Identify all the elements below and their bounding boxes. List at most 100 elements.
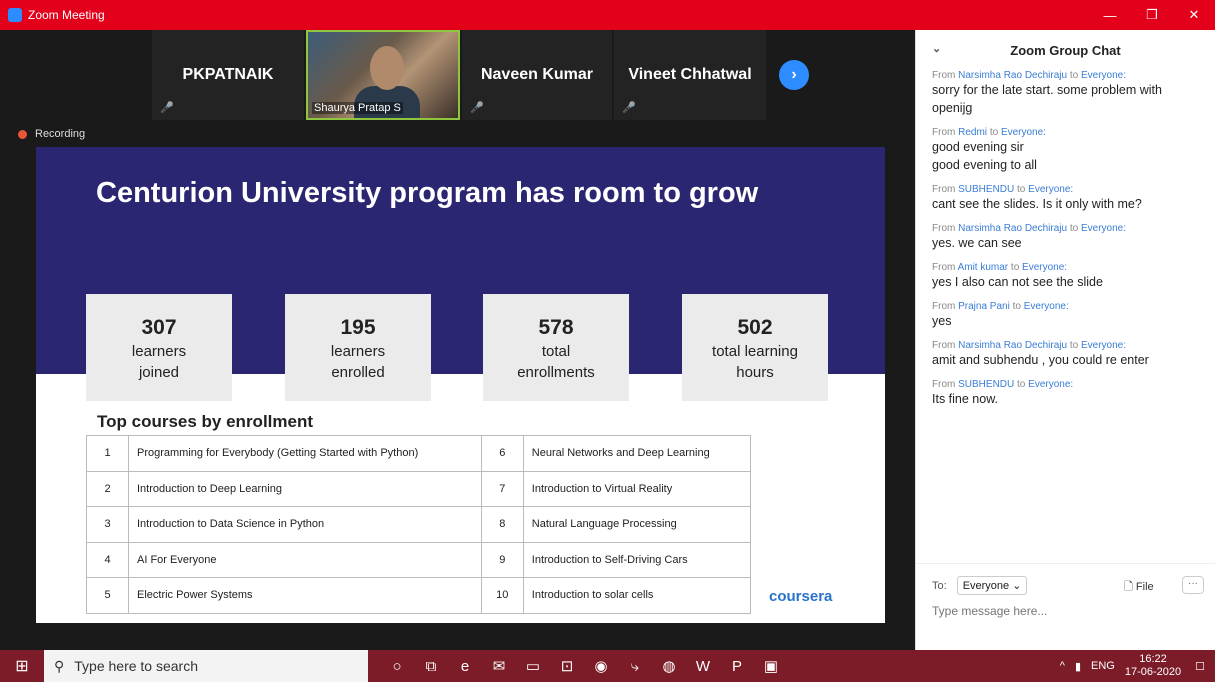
notification-icon[interactable]: ☐: [1195, 660, 1205, 673]
sender-name[interactable]: SUBHENDU: [958, 379, 1014, 390]
message-text: good evening to all: [932, 158, 1037, 172]
taskbar-search[interactable]: ⚲ Type here to search: [44, 650, 368, 682]
mail-icon[interactable]: ✉: [482, 650, 516, 682]
media-icon[interactable]: ◉: [584, 650, 618, 682]
message-input[interactable]: [932, 604, 1192, 618]
table-row: 4 AI For Everyone 9 Introduction to Self…: [86, 541, 752, 578]
participant-tile[interactable]: PKPATNAIK 🎤: [152, 30, 304, 120]
course-name: Natural Language Processing: [522, 506, 752, 543]
clock-time: 16:22: [1139, 653, 1167, 665]
course-rank: 3: [86, 506, 129, 543]
course-rank: 2: [86, 470, 129, 507]
chat-composer: To: Everyone ⌄ 🗋 File ···: [916, 563, 1215, 650]
acrobat-icon[interactable]: ⤷: [618, 650, 652, 682]
window-titlebar: Zoom Meeting — ❐ ✕: [0, 0, 1215, 30]
muted-mic-icon: 🎤: [470, 102, 484, 114]
message-sender-line: From Amit kumar to Everyone:: [932, 262, 1199, 273]
courses-heading: Top courses by enrollment: [97, 412, 314, 431]
message-text: amit and subhendu , you could re enter: [932, 353, 1149, 367]
sender-name[interactable]: SUBHENDU: [958, 184, 1014, 195]
courses-table: 1 Programming for Everybody (Getting Sta…: [86, 435, 752, 614]
store-icon[interactable]: ⊡: [550, 650, 584, 682]
participant-tile[interactable]: Vineet Chhatwal 🎤: [614, 30, 766, 120]
meeting-area: PKPATNAIK 🎤 Shaurya Pratap S Naveen Kuma…: [0, 30, 915, 650]
sender-name[interactable]: Narsimha Rao Dechiraju: [958, 223, 1067, 234]
to-word: to: [1069, 223, 1079, 234]
windows-start-button[interactable]: ⊞: [0, 650, 44, 682]
recipient-name[interactable]: Everyone:: [1028, 379, 1073, 390]
chevron-down-icon[interactable]: ⌄: [932, 42, 941, 55]
to-word: to: [989, 127, 999, 138]
participant-face: [370, 46, 404, 90]
chat-messages: From Narsimha Rao Dechiraju to Everyone:…: [916, 70, 1215, 408]
participant-strip: PKPATNAIK 🎤 Shaurya Pratap S Naveen Kuma…: [0, 30, 915, 120]
next-participants-button[interactable]: ›: [779, 60, 809, 90]
clock-date: 17-06-2020: [1124, 666, 1182, 678]
chevron-up-icon[interactable]: ^: [1060, 660, 1065, 672]
task-view-icon[interactable]: ⧉: [414, 650, 448, 682]
record-dot-icon: [18, 129, 27, 139]
recipient-name[interactable]: Everyone:: [1024, 301, 1069, 312]
recipient-dropdown[interactable]: Everyone ⌄: [956, 576, 1028, 595]
clock[interactable]: 16:22 17-06-2020: [1125, 653, 1181, 679]
course-name: Introduction to Data Science in Python: [128, 506, 482, 543]
windows-logo-icon: ⊞: [15, 658, 29, 675]
from-word: From: [932, 340, 956, 351]
recipient-name[interactable]: Everyone:: [1081, 223, 1126, 234]
stat-label: total: [541, 343, 571, 360]
participant-video-tile[interactable]: Shaurya Pratap S: [306, 30, 460, 120]
table-row: 1 Programming for Everybody (Getting Sta…: [86, 435, 752, 472]
course-name: Electric Power Systems: [128, 577, 482, 614]
to-word: to: [1017, 379, 1026, 390]
sender-name[interactable]: Narsimha Rao Dechiraju: [958, 340, 1067, 351]
to-word: to: [1012, 301, 1021, 312]
participant-name: Vineet Chhatwal: [628, 66, 752, 83]
maximize-button[interactable]: ❐: [1131, 0, 1173, 30]
word-icon[interactable]: W: [686, 650, 720, 682]
sender-name[interactable]: Narsimha Rao Dechiraju: [958, 70, 1067, 81]
sender-name[interactable]: Amit kumar: [958, 262, 1009, 273]
zoom-taskbar-icon[interactable]: ▣: [754, 650, 788, 682]
close-button[interactable]: ✕: [1173, 0, 1215, 30]
edge-icon[interactable]: e: [448, 650, 482, 682]
chat-message: From Amit kumar to Everyone: yes I also c…: [932, 262, 1199, 291]
slide-title: Centurion University program has room to…: [96, 177, 759, 209]
chrome-icon[interactable]: ◍: [652, 650, 686, 682]
stat-card: 502 total learning hours: [682, 294, 828, 401]
recipient-name[interactable]: Everyone:: [1001, 127, 1046, 138]
shared-slide: Centurion University program has room to…: [36, 147, 885, 623]
chat-message: From Narsimha Rao Dechiraju to Everyone:…: [932, 70, 1199, 117]
course-name: Introduction to Self-Driving Cars: [522, 541, 752, 578]
course-name: Neural Networks and Deep Learning: [522, 435, 752, 472]
recipient-name[interactable]: Everyone:: [1081, 70, 1126, 81]
from-word: From: [932, 127, 956, 138]
sender-name[interactable]: Prajna Pani: [958, 301, 1010, 312]
sender-name[interactable]: Redmi: [958, 127, 987, 138]
more-options-button[interactable]: ···: [1182, 576, 1204, 594]
stat-number: 502: [737, 316, 773, 339]
participant-tile[interactable]: Naveen Kumar 🎤: [462, 30, 612, 120]
recipient-name[interactable]: Everyone:: [1028, 184, 1073, 195]
recipient-name[interactable]: Everyone:: [1081, 340, 1126, 351]
minimize-button[interactable]: —: [1089, 0, 1131, 30]
powerpoint-icon[interactable]: P: [720, 650, 754, 682]
recipient-name[interactable]: Everyone:: [1022, 262, 1067, 273]
system-tray: ^ ▮ ENG 16:22 17-06-2020 ☐: [1060, 650, 1215, 682]
participant-name: Shaurya Pratap S: [312, 102, 403, 114]
file-button[interactable]: 🗋 File: [1124, 578, 1154, 597]
search-placeholder: Type here to search: [74, 658, 199, 674]
window-title: Zoom Meeting: [28, 8, 105, 22]
stat-card: 195 learners enrolled: [285, 294, 431, 401]
stat-number: 578: [538, 316, 574, 339]
table-row: 5 Electric Power Systems 10 Introduction…: [86, 577, 752, 614]
muted-mic-icon: 🎤: [160, 102, 174, 114]
muted-mic-icon: 🎤: [622, 102, 636, 114]
file-explorer-icon[interactable]: ▭: [516, 650, 550, 682]
language-indicator[interactable]: ENG: [1091, 660, 1115, 672]
stat-label: joined: [138, 364, 180, 381]
cortana-icon[interactable]: ○: [380, 650, 414, 682]
course-name: Introduction to solar cells: [522, 577, 752, 614]
coursera-logo: coursera: [769, 588, 833, 605]
zoom-app-icon: [8, 8, 22, 22]
battery-icon[interactable]: ▮: [1075, 660, 1081, 673]
